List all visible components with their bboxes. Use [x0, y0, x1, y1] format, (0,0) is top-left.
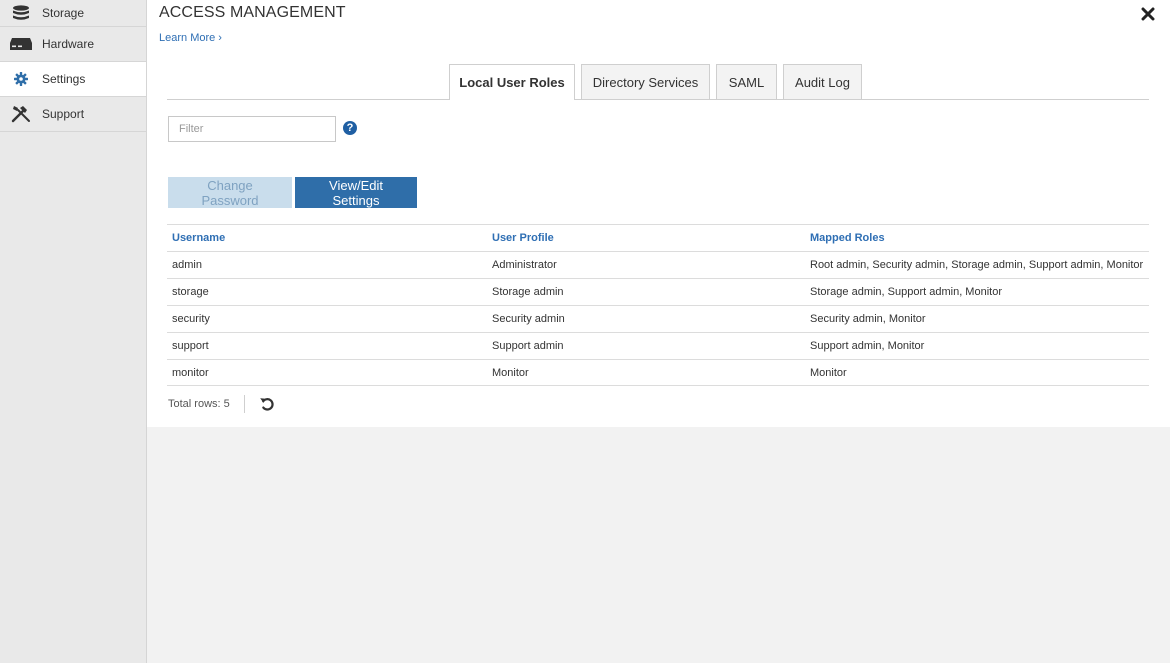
table-header-row: Username User Profile Mapped Roles: [167, 224, 1149, 251]
cell-username: monitor: [172, 366, 209, 379]
sidebar-item-label: Hardware: [42, 37, 95, 51]
column-header-mapped-roles[interactable]: Mapped Roles: [806, 232, 1149, 244]
table-row[interactable]: storage Storage admin Storage admin, Sup…: [167, 278, 1149, 305]
cell-mapped-roles: Storage admin, Support admin, Monitor: [810, 286, 1002, 298]
sidebar-item-storage[interactable]: Storage: [0, 0, 146, 27]
help-icon[interactable]: ?: [343, 121, 357, 135]
tab-local-user-roles[interactable]: Local User Roles: [449, 64, 575, 100]
tab-audit-log[interactable]: Audit Log: [783, 64, 862, 99]
cell-username: storage: [172, 286, 209, 298]
learn-more-link[interactable]: Learn More ›: [159, 32, 222, 44]
sidebar-item-support[interactable]: Support: [0, 97, 146, 132]
cell-user-profile: Storage admin: [492, 286, 564, 298]
sidebar-item-settings[interactable]: Settings: [0, 62, 146, 97]
table-row[interactable]: monitor Monitor Monitor: [167, 359, 1149, 386]
page-title: ACCESS MANAGEMENT: [159, 4, 346, 21]
table-footer: Total rows: 5: [168, 394, 275, 414]
table-row[interactable]: admin Administrator Root admin, Security…: [167, 251, 1149, 278]
cell-username: security: [172, 313, 210, 325]
sidebar-item-hardware[interactable]: Hardware: [0, 27, 146, 62]
tab-directory-services[interactable]: Directory Services: [581, 64, 710, 99]
total-rows-count: Total rows: 5: [168, 398, 230, 410]
divider: [243, 395, 245, 413]
sidebar-item-label: Support: [42, 107, 85, 121]
hardware-icon: [0, 37, 42, 51]
users-table: Username User Profile Mapped Roles admin…: [167, 224, 1149, 386]
cell-user-profile: Administrator: [492, 259, 557, 271]
access-management-panel: ACCESS MANAGEMENT Learn More › Local Use…: [147, 0, 1170, 427]
tools-icon: [0, 105, 42, 123]
cell-user-profile: Support admin: [492, 340, 564, 352]
change-password-button[interactable]: Change Password: [168, 177, 292, 208]
tab-bar: Local User Roles Directory Services SAML…: [167, 64, 1149, 100]
table-row[interactable]: support Support admin Support admin, Mon…: [167, 332, 1149, 359]
database-icon: [0, 5, 42, 21]
cell-username: support: [172, 340, 209, 352]
gear-icon: [0, 72, 42, 86]
cell-mapped-roles: Support admin, Monitor: [810, 340, 925, 352]
cell-user-profile: Monitor: [492, 366, 529, 379]
cell-user-profile: Security admin: [492, 313, 565, 325]
cell-mapped-roles: Security admin, Monitor: [810, 313, 926, 325]
refresh-icon[interactable]: [259, 396, 275, 412]
sidebar-item-label: Settings: [42, 72, 86, 86]
close-icon[interactable]: [1140, 6, 1156, 22]
cell-mapped-roles: Monitor: [810, 366, 847, 379]
cell-mapped-roles: Root admin, Security admin, Storage admi…: [810, 259, 1144, 271]
sidebar: Storage Hardware Settings Support: [0, 0, 147, 663]
sidebar-item-label: Storage: [42, 6, 85, 20]
column-header-user-profile[interactable]: User Profile: [487, 232, 806, 244]
cell-username: admin: [172, 259, 202, 271]
filter-input[interactable]: [168, 116, 336, 142]
column-header-username[interactable]: Username: [167, 232, 487, 244]
table-row[interactable]: security Security admin Security admin, …: [167, 305, 1149, 332]
view-edit-settings-button[interactable]: View/Edit Settings: [295, 177, 417, 208]
tab-saml[interactable]: SAML: [716, 64, 777, 99]
